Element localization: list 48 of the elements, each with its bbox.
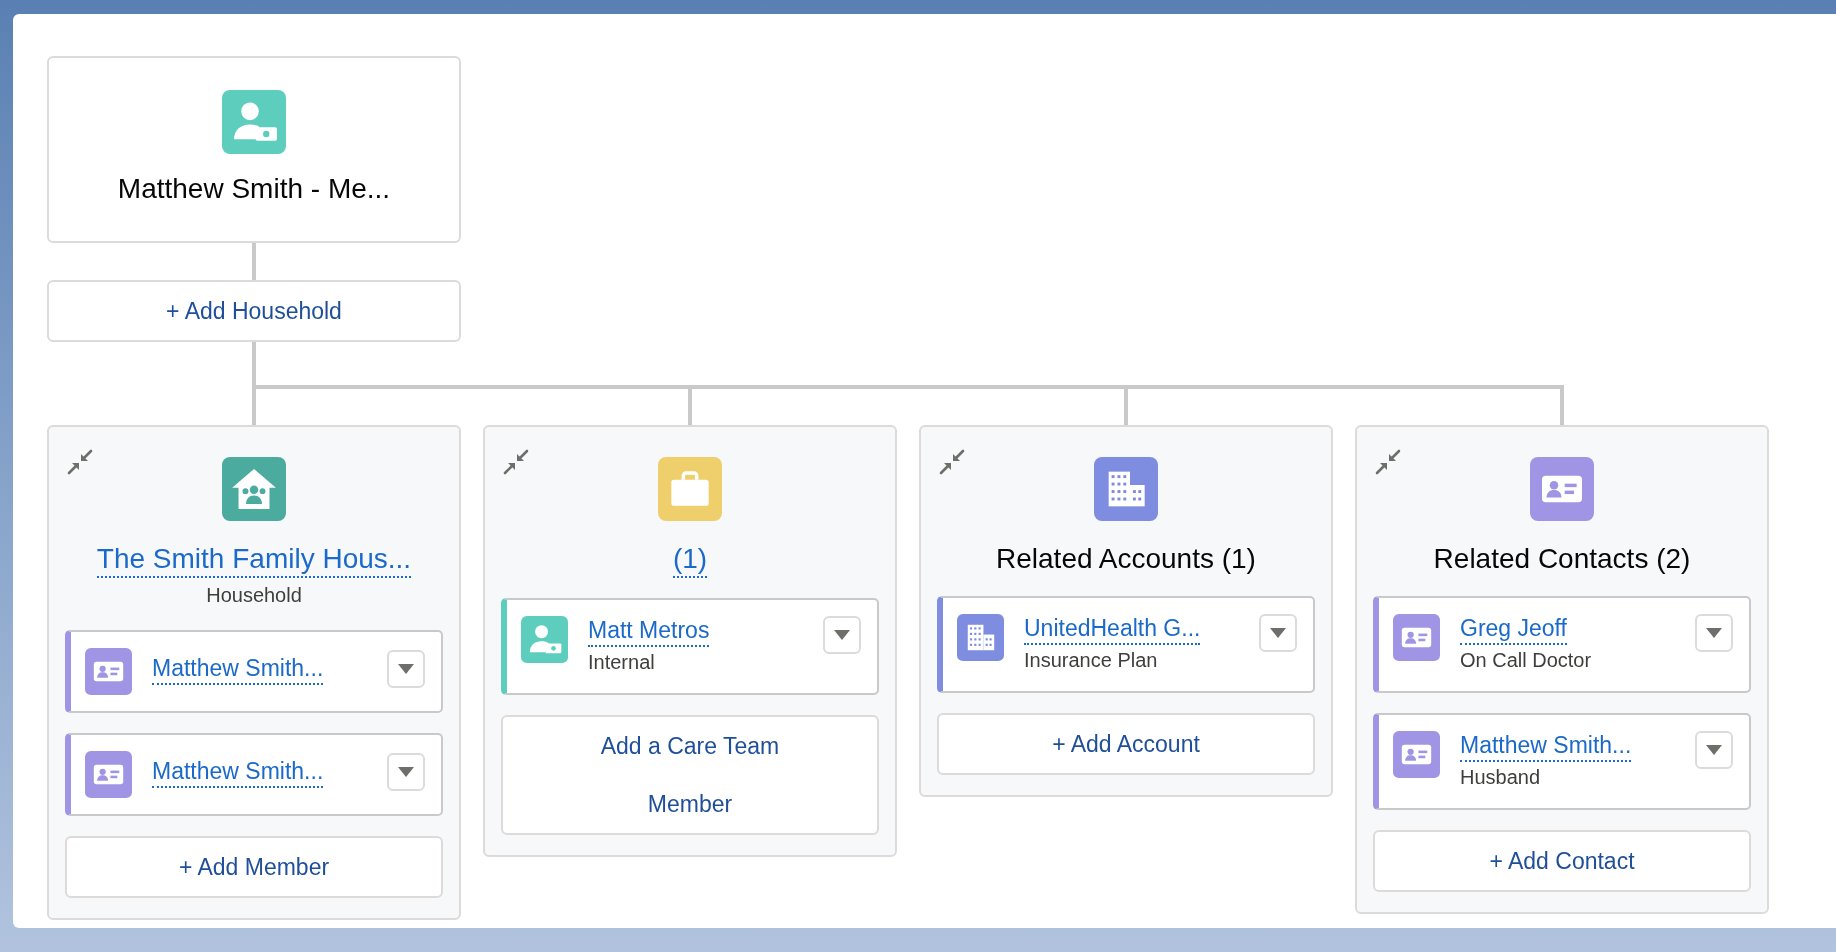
record-link[interactable]: Matthew Smith...	[152, 757, 324, 788]
contact-card-icon	[1393, 730, 1440, 778]
add-button[interactable]: + Add Contact	[1373, 829, 1751, 892]
person-banknote-icon	[222, 90, 286, 154]
add-button[interactable]: + Add Member	[65, 836, 443, 898]
collapse-icon[interactable]	[67, 449, 93, 475]
house-people-icon	[222, 457, 286, 521]
person-banknote-icon	[521, 616, 568, 663]
collapse-icon[interactable]	[503, 449, 529, 475]
dropdown-button[interactable]	[387, 753, 425, 791]
briefcase-icon	[658, 457, 722, 521]
record-role: On Call Doctor	[1460, 647, 1592, 673]
group-title: Related Accounts (1)	[996, 542, 1256, 576]
contact-card-icon	[85, 648, 132, 695]
contact-card-icon	[1393, 614, 1440, 661]
record-title: Matthew Smith - Me...	[117, 172, 391, 206]
record-link[interactable]: Matthew Smith...	[152, 654, 324, 685]
caret-icon	[1269, 627, 1287, 639]
add-button[interactable]: Add a Care Team Member	[501, 714, 879, 835]
caret-icon	[833, 629, 851, 641]
record-role: Internal	[588, 649, 655, 675]
dropdown-button[interactable]	[823, 616, 861, 654]
record-link[interactable]: Matt Metros	[588, 616, 710, 647]
add-button[interactable]: + Add Account	[937, 712, 1315, 775]
contact-card-icon	[1530, 457, 1594, 521]
group-subtitle: Household	[206, 583, 302, 608]
group-title-link[interactable]: (1)	[672, 541, 708, 578]
record-role: Insurance Plan	[1024, 647, 1158, 673]
caret-icon	[1705, 743, 1723, 756]
contact-card-icon	[85, 751, 132, 798]
record-link[interactable]: UnitedHealth G...	[1024, 614, 1201, 645]
caret-icon	[397, 766, 415, 778]
caret-icon	[1705, 627, 1723, 639]
caret-icon	[397, 663, 415, 675]
dropdown-button[interactable]	[1695, 730, 1733, 769]
buildings-icon	[957, 614, 1004, 661]
collapse-icon[interactable]	[939, 449, 965, 475]
record-link[interactable]: Matthew Smith...	[1460, 730, 1632, 762]
dropdown-button[interactable]	[1259, 614, 1297, 652]
group-title-link[interactable]: The Smith Family Hous...	[96, 541, 412, 578]
dropdown-button[interactable]	[1695, 614, 1733, 652]
dropdown-button[interactable]	[387, 650, 425, 688]
record-role: Husband	[1460, 764, 1541, 790]
add-household-button[interactable]: + Add Household	[47, 280, 461, 342]
collapse-icon[interactable]	[1375, 449, 1401, 475]
buildings-icon	[1094, 457, 1158, 521]
record-link[interactable]: Greg Jeoff	[1460, 614, 1567, 645]
group-title: Related Contacts (2)	[1433, 542, 1691, 576]
